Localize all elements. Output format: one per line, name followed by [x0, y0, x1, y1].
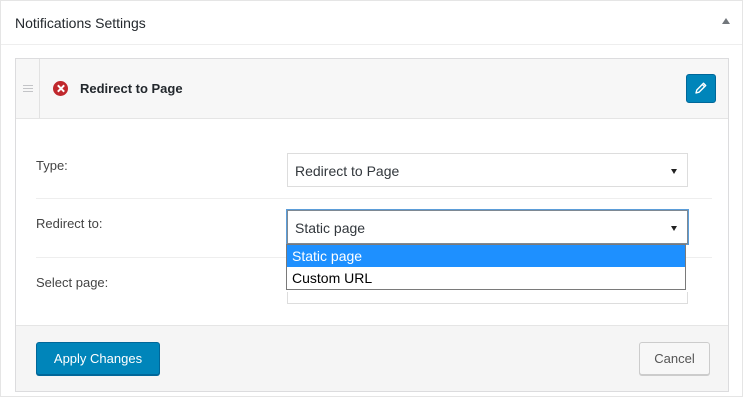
drag-line [23, 91, 33, 92]
cancel-button[interactable]: Cancel [639, 342, 710, 375]
chevron-down-icon [671, 169, 677, 174]
card-title: Redirect to Page [80, 81, 183, 96]
type-select[interactable]: Redirect to Page [287, 153, 688, 187]
notifications-settings-panel: Notifications Settings Redirect to Page … [0, 0, 743, 397]
redirect-to-select[interactable]: Static page [287, 210, 688, 244]
edit-button[interactable] [686, 74, 716, 103]
error-x-icon [53, 81, 68, 96]
type-select-value: Redirect to Page [295, 163, 400, 179]
dropdown-option-static-page[interactable]: Static page [287, 245, 685, 267]
redirect-to-dropdown-list: Static page Custom URL [286, 244, 686, 290]
pencil-icon [695, 82, 707, 94]
drag-line [23, 88, 33, 89]
panel-header: Notifications Settings [1, 1, 742, 45]
dropdown-option-custom-url[interactable]: Custom URL [287, 267, 685, 289]
drag-handle[interactable] [16, 59, 40, 118]
panel-title: Notifications Settings [15, 15, 146, 31]
select-page-label: Select page: [36, 275, 109, 290]
card-footer: Apply Changes Cancel [16, 325, 728, 391]
collapse-arrow-icon[interactable] [722, 18, 730, 24]
drag-line [23, 85, 33, 86]
redirect-to-label: Redirect to: [36, 216, 103, 231]
divider [36, 198, 712, 199]
apply-changes-button[interactable]: Apply Changes [36, 342, 160, 375]
notification-card: Redirect to Page Type: Redirect to Page … [15, 58, 729, 392]
type-label: Type: [36, 158, 68, 173]
redirect-to-select-value: Static page [295, 220, 366, 236]
card-header: Redirect to Page [16, 59, 728, 119]
chevron-down-icon [671, 226, 677, 231]
select-page-field[interactable] [287, 292, 688, 304]
